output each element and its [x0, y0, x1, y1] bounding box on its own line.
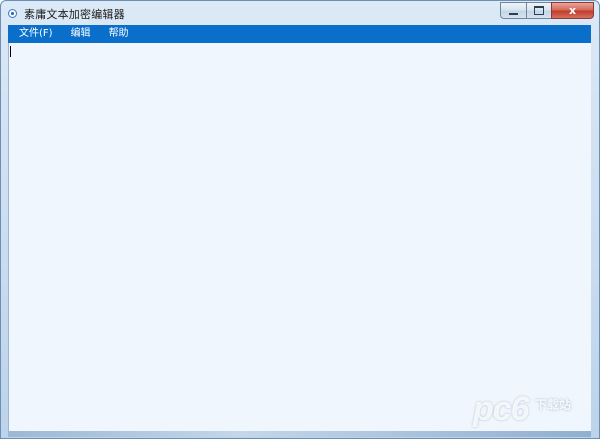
close-icon: x [568, 4, 577, 17]
minimize-button[interactable] [500, 2, 526, 19]
text-caret [10, 46, 11, 57]
menu-edit[interactable]: 编辑 [64, 25, 98, 43]
watermark-sub-text: 下载站 [535, 398, 572, 412]
menu-bar: 文件(F) 编辑 帮助 [8, 25, 591, 43]
window-bottom-border [8, 431, 591, 437]
watermark-main-text: pc6 [473, 390, 530, 428]
menu-file[interactable]: 文件(F) [12, 25, 60, 43]
close-button[interactable]: x [551, 2, 594, 19]
window-title: 素庸文本加密编辑器 [24, 8, 125, 21]
watermark-logo: pc6 下载站 [473, 390, 585, 428]
maximize-icon [534, 6, 544, 15]
app-window: 素庸文本加密编辑器 x 文件(F) 编辑 帮助 pc6 下载站 [0, 0, 600, 439]
caption-buttons: x [500, 2, 594, 19]
maximize-button[interactable] [526, 2, 551, 19]
text-editor-area[interactable] [8, 43, 591, 431]
menu-help[interactable]: 帮助 [102, 25, 136, 43]
app-ring-icon[interactable] [8, 9, 17, 18]
title-bar[interactable]: 素庸文本加密编辑器 x [1, 1, 599, 25]
minimize-icon [509, 12, 518, 15]
